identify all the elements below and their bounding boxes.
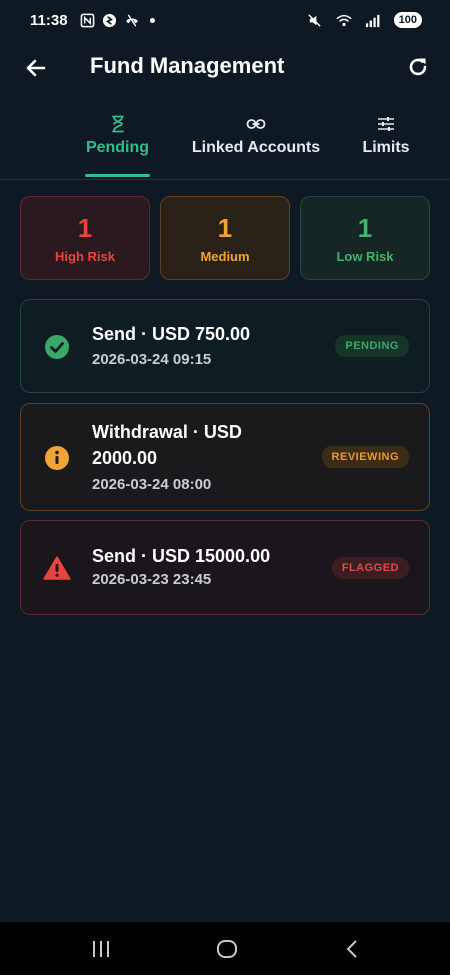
tab-pending[interactable]: Pending bbox=[85, 108, 150, 180]
transaction-title: Withdrawal · USD 2000.00 bbox=[92, 422, 242, 468]
wifi-icon bbox=[336, 12, 352, 28]
tab-bar: Pending Linked Accounts Limits bbox=[0, 108, 450, 180]
medium-risk-label: Medium bbox=[200, 249, 250, 264]
refresh-button[interactable] bbox=[404, 53, 432, 81]
status-bar: 11:38 100 bbox=[0, 0, 450, 40]
link-icon bbox=[246, 114, 266, 134]
page-title: Fund Management bbox=[90, 53, 285, 78]
refresh-icon bbox=[409, 58, 427, 76]
back-icon bbox=[346, 940, 357, 958]
transaction-time: 2026-03-24 09:15 bbox=[92, 351, 212, 368]
system-nav-bar bbox=[0, 922, 450, 975]
tab-label: Linked Accounts bbox=[191, 139, 321, 156]
check-circle-icon bbox=[43, 333, 71, 361]
transaction-title: Send · USD 15000.00 bbox=[92, 546, 271, 566]
transaction-card[interactable]: Withdrawal · USD 2000.00 2026-03-24 08:0… bbox=[20, 403, 430, 511]
status-badge: FLAGGED bbox=[331, 557, 409, 579]
status-badge: PENDING bbox=[335, 335, 409, 357]
risk-summary: 1 High Risk 1 Medium 1 Low Risk bbox=[20, 196, 430, 280]
high-risk-label: High Risk bbox=[55, 249, 115, 264]
transaction-title: Send · USD 750.00 bbox=[92, 324, 251, 344]
recent-apps-icon bbox=[93, 941, 109, 957]
home-icon bbox=[217, 940, 237, 958]
recent-apps-button[interactable] bbox=[86, 936, 116, 962]
home-button[interactable] bbox=[212, 936, 242, 962]
signal-icon bbox=[365, 12, 381, 28]
low-risk-card[interactable]: 1 Low Risk bbox=[300, 196, 430, 280]
medium-risk-card[interactable]: 1 Medium bbox=[160, 196, 290, 280]
mute-icon bbox=[307, 12, 323, 28]
status-time: 11:38 bbox=[30, 11, 68, 29]
warning-triangle-icon bbox=[43, 554, 71, 582]
status-badge: REVIEWING bbox=[321, 446, 409, 468]
tab-label: Pending bbox=[85, 139, 150, 156]
nfc-icon bbox=[80, 12, 96, 28]
low-risk-count: 1 bbox=[357, 213, 373, 243]
arrow-left-icon bbox=[26, 59, 46, 77]
tab-linked-accounts[interactable]: Linked Accounts bbox=[190, 108, 322, 180]
transaction-card[interactable]: Send · USD 15000.00 2026-03-23 23:45 FLA… bbox=[20, 520, 430, 615]
battery-indicator: 100 bbox=[393, 12, 422, 28]
nav-back-button[interactable] bbox=[338, 936, 368, 962]
high-risk-count: 1 bbox=[77, 213, 93, 243]
sliders-icon bbox=[377, 114, 395, 134]
transaction-time: 2026-03-23 23:45 bbox=[92, 571, 212, 588]
high-risk-card[interactable]: 1 High Risk bbox=[20, 196, 150, 280]
back-button[interactable] bbox=[22, 54, 50, 82]
notification-dot bbox=[149, 17, 155, 23]
transaction-card[interactable]: Send · USD 750.00 2026-03-24 09:15 PENDI… bbox=[20, 299, 430, 393]
hourglass-icon bbox=[111, 114, 125, 134]
medium-risk-count: 1 bbox=[217, 213, 233, 243]
app-bar: Fund Management bbox=[0, 46, 450, 88]
tab-label: Limits bbox=[362, 139, 410, 156]
tab-limits[interactable]: Limits bbox=[360, 108, 412, 180]
transaction-time: 2026-03-24 08:00 bbox=[92, 476, 212, 493]
shazam-icon bbox=[102, 12, 118, 28]
active-tab-indicator bbox=[85, 174, 150, 177]
call-icon bbox=[124, 12, 140, 28]
low-risk-label: Low Risk bbox=[336, 249, 394, 264]
info-circle-icon bbox=[43, 444, 71, 472]
